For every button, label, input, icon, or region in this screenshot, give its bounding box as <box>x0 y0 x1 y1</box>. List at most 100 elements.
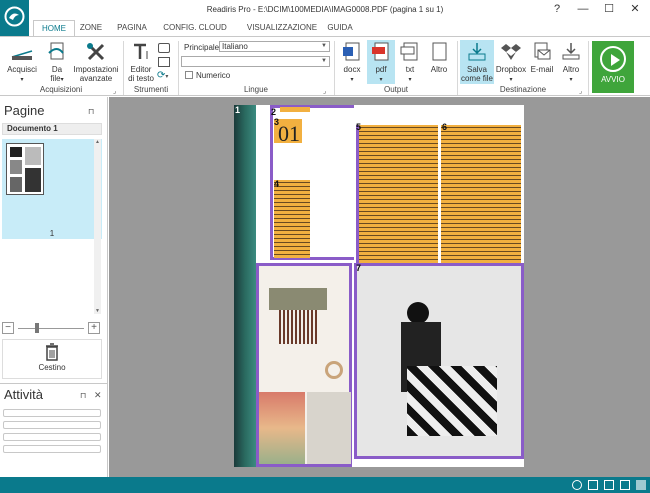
open-file-icon <box>48 42 64 60</box>
zone-1-label: 1 <box>235 105 241 115</box>
app-logo-icon[interactable] <box>0 0 29 36</box>
acquisci-button[interactable]: Acquisci ▾ <box>3 41 41 85</box>
editor-label-2: di testo <box>128 74 154 83</box>
destinazione-altro-label: Altro <box>562 65 580 74</box>
txt-button[interactable]: txt ▾ <box>397 41 423 85</box>
chevron-down-icon: ▾ <box>60 77 64 83</box>
chevron-down-icon: ▾ <box>20 77 24 83</box>
salva-label-1: Salva <box>466 65 487 74</box>
zone-1[interactable] <box>234 105 256 467</box>
pdf-button[interactable]: pdf ▾ <box>367 40 395 84</box>
zone-4[interactable] <box>274 180 310 258</box>
group-label-destinazione: Destinazione <box>499 85 547 94</box>
separator <box>178 41 179 95</box>
group-label-strumenti: Strumenti <box>133 85 169 94</box>
zoom-slider-thumb[interactable] <box>35 323 39 333</box>
dropbox-label: Dropbox <box>495 65 527 74</box>
zone-7[interactable] <box>354 263 524 459</box>
zone-2-label: 2 <box>271 107 277 117</box>
secondary-language-select[interactable]: ▼ <box>181 56 330 67</box>
trash-area[interactable]: Cestino <box>2 339 102 379</box>
minimize-button[interactable]: — <box>570 0 596 20</box>
scan-small-icon[interactable] <box>158 43 170 53</box>
page-thumbnail-selected[interactable]: 1 <box>2 139 102 239</box>
download-icon <box>562 43 580 60</box>
big-number-text: 01 <box>278 121 300 146</box>
impostazioni-avanzate-button[interactable]: Impostazioni avanzate <box>72 41 120 83</box>
docx-button[interactable]: docx ▾ <box>338 41 366 85</box>
principale-select[interactable]: Italiano ▼ <box>219 41 330 52</box>
launcher-icon[interactable]: ⌟ <box>113 87 116 95</box>
fabric-image <box>307 392 351 464</box>
play-icon <box>600 46 626 72</box>
zoom-icon[interactable] <box>572 480 582 490</box>
avvio-label: AVVIO <box>601 75 625 84</box>
tab-pagina[interactable]: PAGINA <box>113 20 151 36</box>
document-header[interactable]: Documento 1 <box>2 123 102 135</box>
fullscreen-icon[interactable] <box>636 480 646 490</box>
zone-6-label: 6 <box>442 122 448 132</box>
zoom-out-button[interactable]: − <box>2 322 14 334</box>
ribbon: Acquisci ▾ Da file▾ Impostazioni avanzat… <box>0 36 650 96</box>
page-view-icon[interactable] <box>588 480 598 490</box>
da-file-button[interactable]: Da file▾ <box>43 41 71 85</box>
maximize-button[interactable]: ☐ <box>596 0 622 20</box>
fit-width-icon[interactable] <box>604 480 614 490</box>
docx-icon <box>343 42 360 61</box>
zone-7-label: 7 <box>356 263 362 273</box>
dropbox-button[interactable]: Dropbox ▾ <box>495 41 527 85</box>
avvio-button[interactable]: AVVIO <box>592 41 634 93</box>
zone-5[interactable] <box>356 125 438 270</box>
zone-5-label: 5 <box>356 122 362 132</box>
numerico-checkbox[interactable] <box>185 71 193 79</box>
tab-visualizzazione[interactable]: VISUALIZZAZIONE <box>237 20 327 36</box>
scroll-up-icon[interactable]: ▲ <box>94 139 101 145</box>
activity-panel-title: Attività <box>4 387 44 402</box>
destinazione-altro-button[interactable]: Altro ▾ <box>558 41 584 85</box>
zoom-in-button[interactable]: + <box>88 322 100 334</box>
pin-icon[interactable]: ⊓ <box>88 107 94 116</box>
file-icon <box>432 42 447 61</box>
pages-scrollbar[interactable]: ▲ ▼ <box>94 139 101 314</box>
pin-icon[interactable]: ⊓ <box>80 391 86 400</box>
close-icon[interactable]: ✕ <box>94 390 102 401</box>
email-label: E-mail <box>530 65 554 74</box>
document-small-icon[interactable] <box>158 57 170 67</box>
close-button[interactable]: ✕ <box>622 0 648 20</box>
output-altro-label: Altro <box>430 65 448 74</box>
launcher-icon[interactable]: ⌟ <box>323 87 326 95</box>
output-altro-button[interactable]: Altro <box>425 41 453 74</box>
group-label-acquisizioni: Acquisizioni <box>39 85 83 94</box>
chevron-down-icon: ▾ <box>408 77 412 83</box>
chevron-down-icon: ▼ <box>321 43 327 49</box>
editor-di-testo-button[interactable]: Editor di testo <box>126 41 156 83</box>
numerico-label: Numerico <box>196 71 231 80</box>
page-number-label: 1 <box>49 229 55 238</box>
help-button[interactable]: ? <box>544 0 570 20</box>
image-zone-left[interactable] <box>256 263 352 467</box>
chevron-down-icon: ▾ <box>350 77 354 83</box>
pdf-icon <box>372 42 389 61</box>
actual-size-icon[interactable] <box>620 480 630 490</box>
pdf-label: pdf <box>375 65 387 74</box>
email-icon <box>534 42 551 60</box>
zoom-slider-track[interactable] <box>18 328 84 329</box>
document-page[interactable]: 1 2 3 01 4 5 6 7 <box>234 105 524 467</box>
zone-header-text[interactable] <box>280 107 310 112</box>
tab-config-cloud[interactable]: CONFIG. CLOUD <box>157 20 233 36</box>
document-viewer[interactable]: 1 2 3 01 4 5 6 7 <box>109 97 650 477</box>
salva-come-file-button[interactable]: Salva come file <box>460 40 494 84</box>
salva-label-2: come file <box>460 74 493 83</box>
tab-guida[interactable]: GUIDA <box>325 20 355 36</box>
zone-6[interactable] <box>441 125 521 270</box>
fringe-image <box>279 310 317 344</box>
scroll-down-icon[interactable]: ▼ <box>94 308 101 314</box>
rotate-icon[interactable]: ⟳▾ <box>157 70 168 81</box>
email-button[interactable]: E-mail <box>528 41 556 74</box>
tab-home[interactable]: HOME <box>33 20 75 36</box>
launcher-icon[interactable]: ⌟ <box>579 87 582 95</box>
trash-label: Cestino <box>38 363 66 372</box>
chevron-down-icon: ▾ <box>379 77 383 83</box>
tab-zone[interactable]: ZONE <box>77 20 105 36</box>
zone-4-label: 4 <box>274 179 280 189</box>
